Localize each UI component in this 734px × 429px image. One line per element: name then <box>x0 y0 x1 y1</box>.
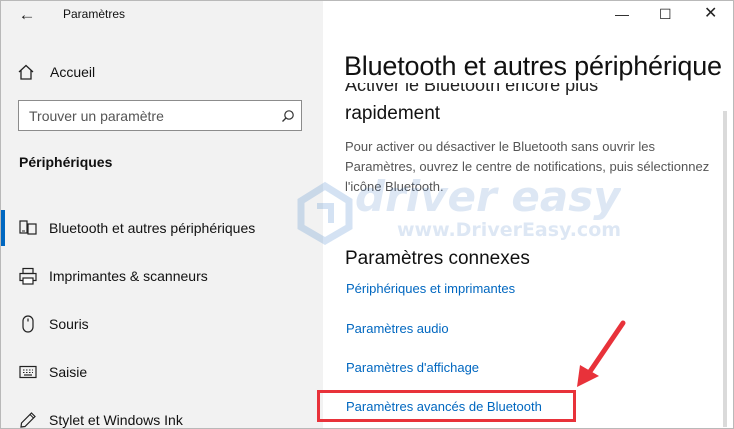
search-icon[interactable] <box>275 103 301 129</box>
sidebar-item-mouse[interactable]: Souris <box>1 300 323 348</box>
link-devices-printers[interactable]: Périphériques et imprimantes <box>346 281 515 296</box>
watermark-brand: driver easy <box>355 172 621 221</box>
sidebar-item-label: Imprimantes & scanneurs <box>49 268 208 284</box>
section-title: Périphériques <box>19 154 113 170</box>
back-arrow-icon[interactable]: ← <box>13 5 41 25</box>
link-audio-settings[interactable]: Paramètres audio <box>346 321 449 336</box>
link-display-settings[interactable]: Paramètres d'affichage <box>346 360 479 375</box>
sidebar-nav: Bluetooth et autres périphériques Imprim… <box>1 204 323 428</box>
home-icon <box>18 64 34 80</box>
sidebar-item-label: Stylet et Windows Ink <box>49 412 183 428</box>
watermark-url: www.DriverEasy.com <box>397 219 621 241</box>
section-heading: rapidement <box>345 103 441 124</box>
search-box[interactable]: Trouver un paramètre <box>18 100 302 131</box>
sidebar-item-bluetooth[interactable]: Bluetooth et autres périphériques <box>1 204 323 252</box>
sidebar-item-label: Bluetooth et autres périphériques <box>49 220 256 236</box>
minimize-icon[interactable]: — <box>615 5 629 23</box>
scrollbar[interactable] <box>723 111 727 427</box>
home-label: Accueil <box>50 64 96 80</box>
highlight-box <box>317 390 576 422</box>
sidebar-item-label: Souris <box>49 316 89 332</box>
sidebar: ← Paramètres Accueil Trouver un paramètr… <box>1 1 323 428</box>
app-title: Paramètres <box>63 7 126 21</box>
partial-heading-text: Activer le Bluetooth encore plus <box>345 83 599 95</box>
close-icon[interactable]: ✕ <box>704 5 717 23</box>
selection-indicator <box>1 210 5 246</box>
annotation-arrow-icon <box>577 320 626 387</box>
printer-icon <box>19 266 37 286</box>
mouse-icon <box>19 314 37 334</box>
related-settings-title: Paramètres connexes <box>345 248 530 269</box>
sidebar-item-label: Saisie <box>49 364 88 380</box>
pen-icon <box>19 410 37 428</box>
keyboard-icon <box>19 362 37 382</box>
driver-easy-logo <box>297 181 353 246</box>
watermark: driver easy www.DriverEasy.com <box>297 172 621 246</box>
page-title: Bluetooth et autres périphérique <box>344 51 722 81</box>
sidebar-item-pen[interactable]: Stylet et Windows Ink <box>1 396 323 428</box>
maximize-icon[interactable]: ☐ <box>659 5 672 23</box>
sidebar-home[interactable]: Accueil <box>17 61 95 83</box>
search-input[interactable]: Trouver un paramètre <box>29 108 275 124</box>
partial-heading: Activer le Bluetooth encore plus <box>345 83 645 95</box>
settings-window: ← Paramètres Accueil Trouver un paramètr… <box>0 0 734 429</box>
sidebar-item-typing[interactable]: Saisie <box>1 348 323 396</box>
sidebar-item-printers[interactable]: Imprimantes & scanneurs <box>1 252 323 300</box>
bluetooth-device-icon <box>19 218 37 238</box>
